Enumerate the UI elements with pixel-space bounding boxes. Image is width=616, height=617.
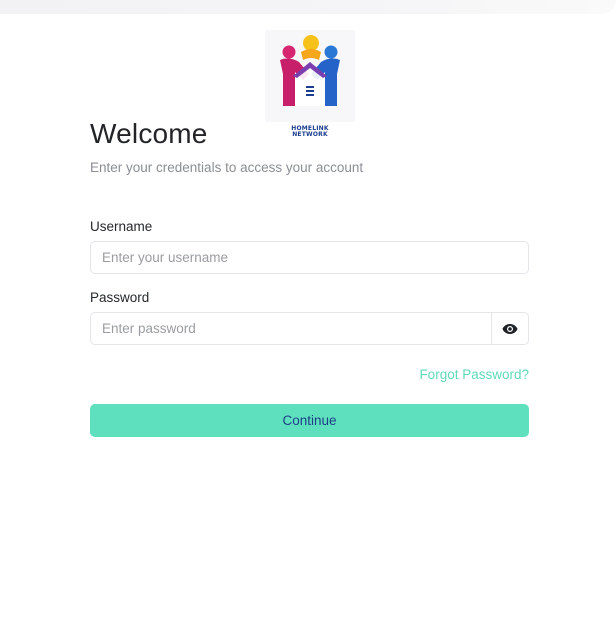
page-subtitle: Enter your credentials to access your ac… xyxy=(90,160,364,175)
page-title: Welcome xyxy=(90,118,208,149)
logo-text-line2: NETWORK xyxy=(292,131,328,138)
logo: HOMELINK NETWORK xyxy=(265,30,355,138)
login-page: HOMELINK NETWORK Welcome Enter your cred… xyxy=(0,0,616,617)
username-input[interactable] xyxy=(90,241,529,274)
top-bar xyxy=(0,0,616,14)
toggle-password-visibility-button[interactable] xyxy=(491,312,529,345)
username-label: Username xyxy=(90,219,153,234)
homelink-network-logo-icon xyxy=(280,35,340,106)
continue-button[interactable]: Continue xyxy=(90,404,529,437)
password-input[interactable] xyxy=(90,312,492,345)
password-label: Password xyxy=(90,290,150,305)
forgot-password-link[interactable]: Forgot Password? xyxy=(419,367,529,382)
eye-icon xyxy=(502,323,518,334)
